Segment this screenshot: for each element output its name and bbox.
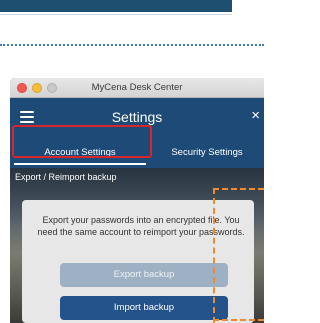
tab-security-settings[interactable]: Security Settings [150,138,264,168]
page-title: Settings [111,109,163,125]
active-tab-indicator [14,163,146,165]
window-title: MyCena Desk Center [91,82,183,93]
app-header: Settings × [10,98,264,138]
annotation-dashed-bottom [213,319,264,321]
banner-fill [0,0,232,12]
tab-security-settings-label: Security Settings [171,147,243,158]
settings-tabbar: Account Settings Security Settings [10,138,264,168]
import-backup-button[interactable]: Import backup [60,296,228,320]
close-icon[interactable]: × [251,107,260,124]
screenshot-stage: MyCena Desk Center Settings × Account Se… [0,0,264,323]
app-window: MyCena Desk Center Settings × Account Se… [10,78,264,323]
window-titlebar: MyCena Desk Center [10,78,264,98]
tab-account-settings-label: Account Settings [44,147,116,158]
annotation-dashed-top [213,188,264,190]
dotted-divider [0,44,264,46]
tab-account-settings[interactable]: Account Settings [10,138,150,168]
section-heading: Export / Reimport backup [15,172,117,182]
annotation-dashed-left [213,188,215,323]
backup-card: Export your passwords into an encrypted … [22,200,254,323]
export-backup-button[interactable]: Export backup [60,263,228,287]
banner-rule [0,14,232,15]
top-page-banner [0,0,264,15]
